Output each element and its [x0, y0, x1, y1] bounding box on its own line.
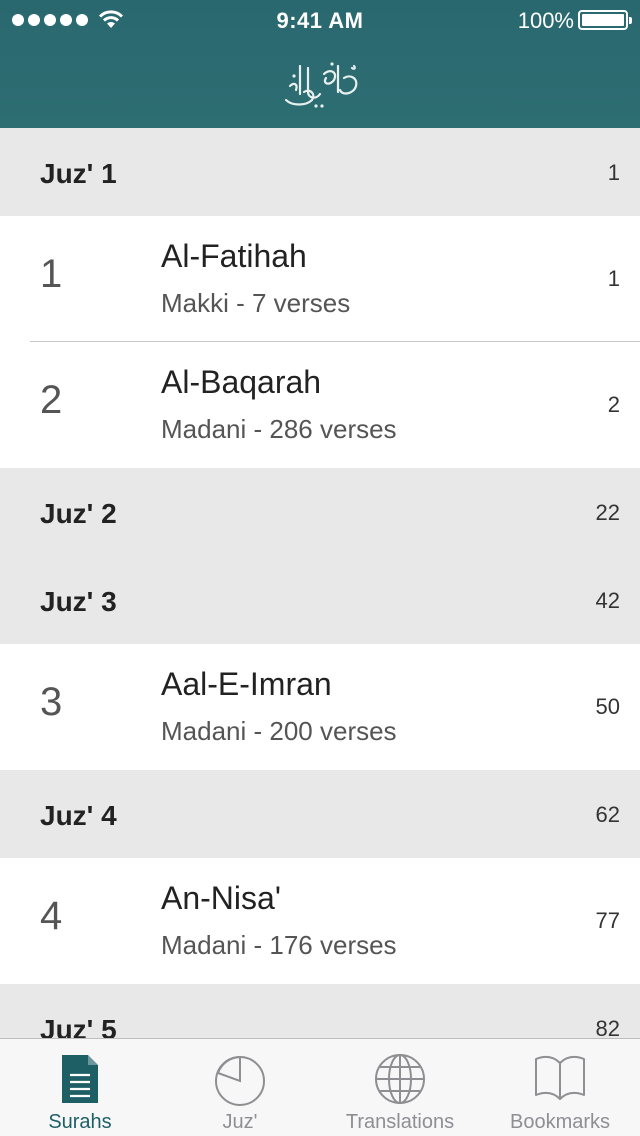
pie-icon: [215, 1055, 265, 1106]
surah-name: Al-Fatihah: [161, 238, 307, 274]
juz-title: Juz' 5: [40, 1014, 117, 1038]
surah-page-number: 77: [595, 908, 620, 933]
juz-title: Juz' 3: [40, 586, 117, 617]
tab-surahs[interactable]: Surahs: [0, 1039, 160, 1136]
surah-info: Makki - 7 verses: [161, 288, 351, 318]
surah-number: 1: [40, 252, 63, 296]
surah-info: Madani - 286 verses: [161, 414, 397, 444]
surah-row[interactable]: 4 An-Nisa' Madani - 176 verses 77: [0, 858, 640, 984]
surah-name: Aal-E-Imran: [161, 666, 332, 702]
tab-label: Surahs: [48, 1111, 112, 1133]
surah-number: 4: [40, 894, 63, 938]
tab-bar: Surahs Juz' Translations Bookmarks: [0, 1038, 640, 1136]
surah-info: Madani - 200 verses: [161, 716, 397, 746]
tab-label: Juz': [222, 1111, 258, 1133]
juz-title: Juz' 4: [40, 800, 117, 831]
juz-page-number: 62: [595, 802, 620, 827]
status-bar: 9:41 AM 100%: [0, 0, 640, 40]
tab-label: Bookmarks: [509, 1111, 611, 1133]
quran-calligraphy-logo: [284, 62, 358, 108]
navigation-header: 9:41 AM 100%: [0, 0, 640, 128]
surah-row[interactable]: 3 Aal-E-Imran Madani - 200 verses 50: [0, 644, 640, 770]
juz-page-number: 42: [595, 588, 620, 613]
battery-icon: [578, 10, 632, 30]
tab-label: Translations: [345, 1111, 455, 1133]
tab-juz[interactable]: Juz': [160, 1039, 320, 1136]
tab-bookmarks[interactable]: Bookmarks: [480, 1039, 640, 1136]
battery-percentage: 100%: [517, 8, 574, 33]
juz-title: Juz' 1: [40, 158, 117, 189]
surah-page-number: 50: [595, 694, 620, 719]
juz-section-header[interactable]: Juz' 3 42: [0, 556, 640, 644]
book-icon: [535, 1055, 585, 1100]
juz-title: Juz' 2: [40, 498, 117, 529]
surah-row[interactable]: 1 Al-Fatihah Makki - 7 verses 1: [0, 216, 640, 342]
juz-page-number: 22: [595, 500, 620, 525]
surah-name: Al-Baqarah: [161, 364, 322, 400]
juz-section-header[interactable]: Juz' 5 82: [0, 984, 640, 1038]
surah-number: 2: [40, 378, 63, 422]
juz-page-number: 1: [607, 160, 620, 185]
surah-info: Madani - 176 verses: [161, 930, 397, 960]
juz-section-header[interactable]: Juz' 4 62: [0, 770, 640, 858]
surah-page-number: 1: [607, 266, 620, 291]
surah-page-number: 2: [607, 392, 620, 417]
juz-section-header[interactable]: Juz' 1 1: [0, 128, 640, 216]
surah-name: An-Nisa': [161, 880, 281, 916]
surah-number: 3: [40, 680, 63, 724]
juz-section-header[interactable]: Juz' 2 22: [0, 468, 640, 556]
surah-list[interactable]: Juz' 1 1 1 Al-Fatihah Makki - 7 verses 1…: [0, 128, 640, 1038]
surah-row[interactable]: 2 Al-Baqarah Madani - 286 verses 2: [0, 342, 640, 468]
juz-page-number: 82: [595, 1016, 620, 1038]
globe-icon: [375, 1054, 425, 1104]
document-icon: [62, 1055, 98, 1103]
tab-translations[interactable]: Translations: [320, 1039, 480, 1136]
